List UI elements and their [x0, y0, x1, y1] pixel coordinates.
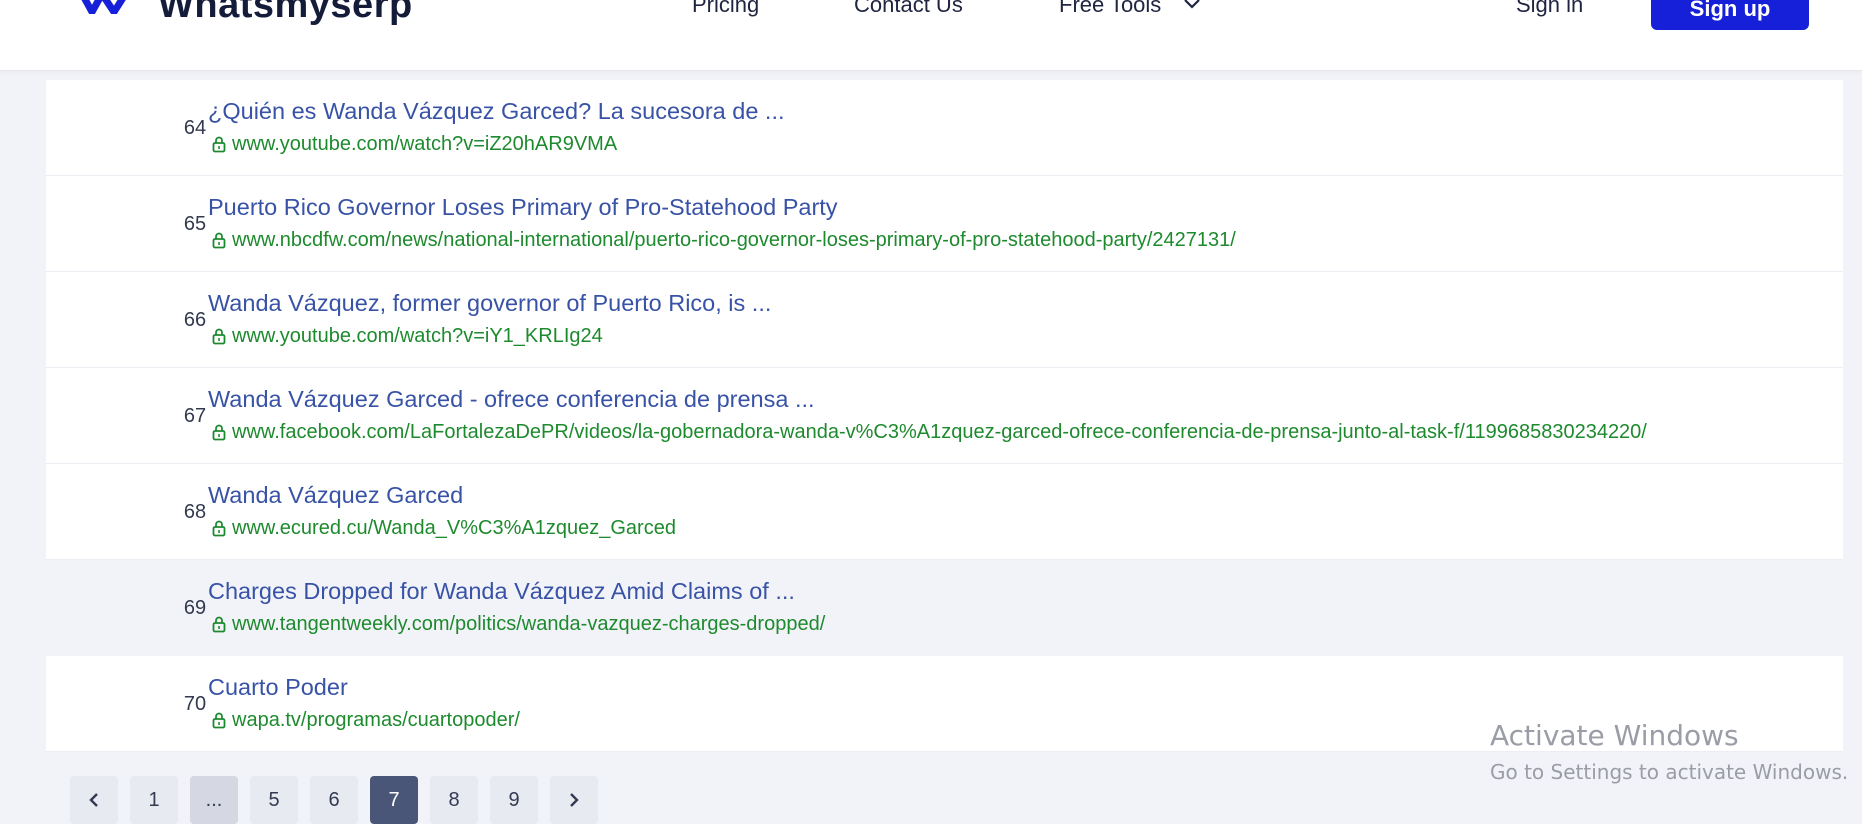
result-row: 65 Puerto Rico Governor Loses Primary of…: [46, 176, 1843, 272]
nav-free-tools[interactable]: Free Tools: [1059, 0, 1161, 18]
result-url-link[interactable]: www.youtube.com/watch?v=iY1_KRLIg24: [232, 325, 603, 347]
chevron-down-icon[interactable]: [1182, 0, 1202, 11]
chevron-left-icon: [89, 793, 98, 807]
sign-in-link[interactable]: Sign in: [1516, 0, 1583, 18]
pagination-page-1[interactable]: 1: [130, 776, 178, 824]
result-url-line: www.facebook.com/LaFortalezaDePR/videos/…: [212, 421, 1647, 445]
lock-icon: [212, 328, 226, 345]
lock-icon: [212, 136, 226, 153]
result-row: 66 Wanda Vázquez, former governor of Pue…: [46, 272, 1843, 368]
result-url-link[interactable]: wapa.tv/programas/cuartopoder/: [232, 709, 520, 731]
result-row: 64 ¿Quién es Wanda Vázquez Garced? La su…: [46, 80, 1843, 176]
result-title-link[interactable]: Wanda Vázquez, former governor of Puerto…: [208, 290, 771, 317]
result-title-link[interactable]: Charges Dropped for Wanda Vázquez Amid C…: [208, 578, 795, 605]
logo-text[interactable]: Whatsmyserp: [158, 0, 413, 27]
pagination-prev-button[interactable]: [70, 776, 118, 824]
result-url-line: www.youtube.com/watch?v=iY1_KRLIg24: [212, 325, 603, 349]
result-title-link[interactable]: Puerto Rico Governor Loses Primary of Pr…: [208, 194, 838, 221]
result-url-line: www.ecured.cu/Wanda_V%C3%A1zquez_Garced: [212, 517, 676, 541]
lock-icon: [212, 424, 226, 441]
result-url-line: wapa.tv/programas/cuartopoder/: [212, 709, 520, 733]
nav-pricing[interactable]: Pricing: [692, 0, 759, 18]
pagination-page-5[interactable]: 5: [250, 776, 298, 824]
result-title-link[interactable]: Wanda Vázquez Garced: [208, 482, 463, 509]
result-title-link[interactable]: Wanda Vázquez Garced - ofrece conferenci…: [208, 386, 815, 413]
windows-activation-watermark-title: Activate Windows: [1490, 719, 1739, 752]
serp-results-list: 64 ¿Quién es Wanda Vázquez Garced? La su…: [46, 80, 1843, 752]
result-url-line: www.tangentweekly.com/politics/wanda-vaz…: [212, 613, 825, 637]
pagination-page-6[interactable]: 6: [310, 776, 358, 824]
pagination-next-button[interactable]: [550, 776, 598, 824]
lock-icon: [212, 712, 226, 729]
pagination-page-9[interactable]: 9: [490, 776, 538, 824]
result-url-link[interactable]: www.tangentweekly.com/politics/wanda-vaz…: [232, 613, 825, 635]
lock-icon: [212, 520, 226, 537]
result-url-line: www.youtube.com/watch?v=iZ20hAR9VMA: [212, 133, 617, 157]
nav-contact-us[interactable]: Contact Us: [854, 0, 963, 18]
windows-activation-watermark-subtitle: Go to Settings to activate Windows.: [1490, 760, 1849, 784]
result-url-link[interactable]: www.ecured.cu/Wanda_V%C3%A1zquez_Garced: [232, 517, 676, 539]
result-url-link[interactable]: www.nbcdfw.com/news/national-internation…: [232, 229, 1236, 251]
pagination-page-7-current[interactable]: 7: [370, 776, 418, 824]
chevron-right-icon: [570, 793, 579, 807]
pagination-ellipsis[interactable]: ...: [190, 776, 238, 824]
logo-icon[interactable]: [78, 0, 130, 14]
result-url-link[interactable]: www.youtube.com/watch?v=iZ20hAR9VMA: [232, 133, 617, 155]
result-title-link[interactable]: Cuarto Poder: [208, 674, 348, 701]
result-row: 69 Charges Dropped for Wanda Vázquez Ami…: [46, 560, 1843, 656]
site-header: Whatsmyserp Pricing Contact Us Free Tool…: [0, 0, 1862, 71]
lock-icon: [212, 616, 226, 633]
result-url-line: www.nbcdfw.com/news/national-internation…: [212, 229, 1236, 253]
sign-up-button[interactable]: Sign up: [1651, 0, 1809, 30]
pagination-page-8[interactable]: 8: [430, 776, 478, 824]
lock-icon: [212, 232, 226, 249]
result-row: 68 Wanda Vázquez Garced www.ecured.cu/Wa…: [46, 464, 1843, 560]
result-url-link[interactable]: www.facebook.com/LaFortalezaDePR/videos/…: [232, 421, 1647, 443]
result-title-link[interactable]: ¿Quién es Wanda Vázquez Garced? La suces…: [208, 98, 785, 125]
result-row: 67 Wanda Vázquez Garced - ofrece confere…: [46, 368, 1843, 464]
